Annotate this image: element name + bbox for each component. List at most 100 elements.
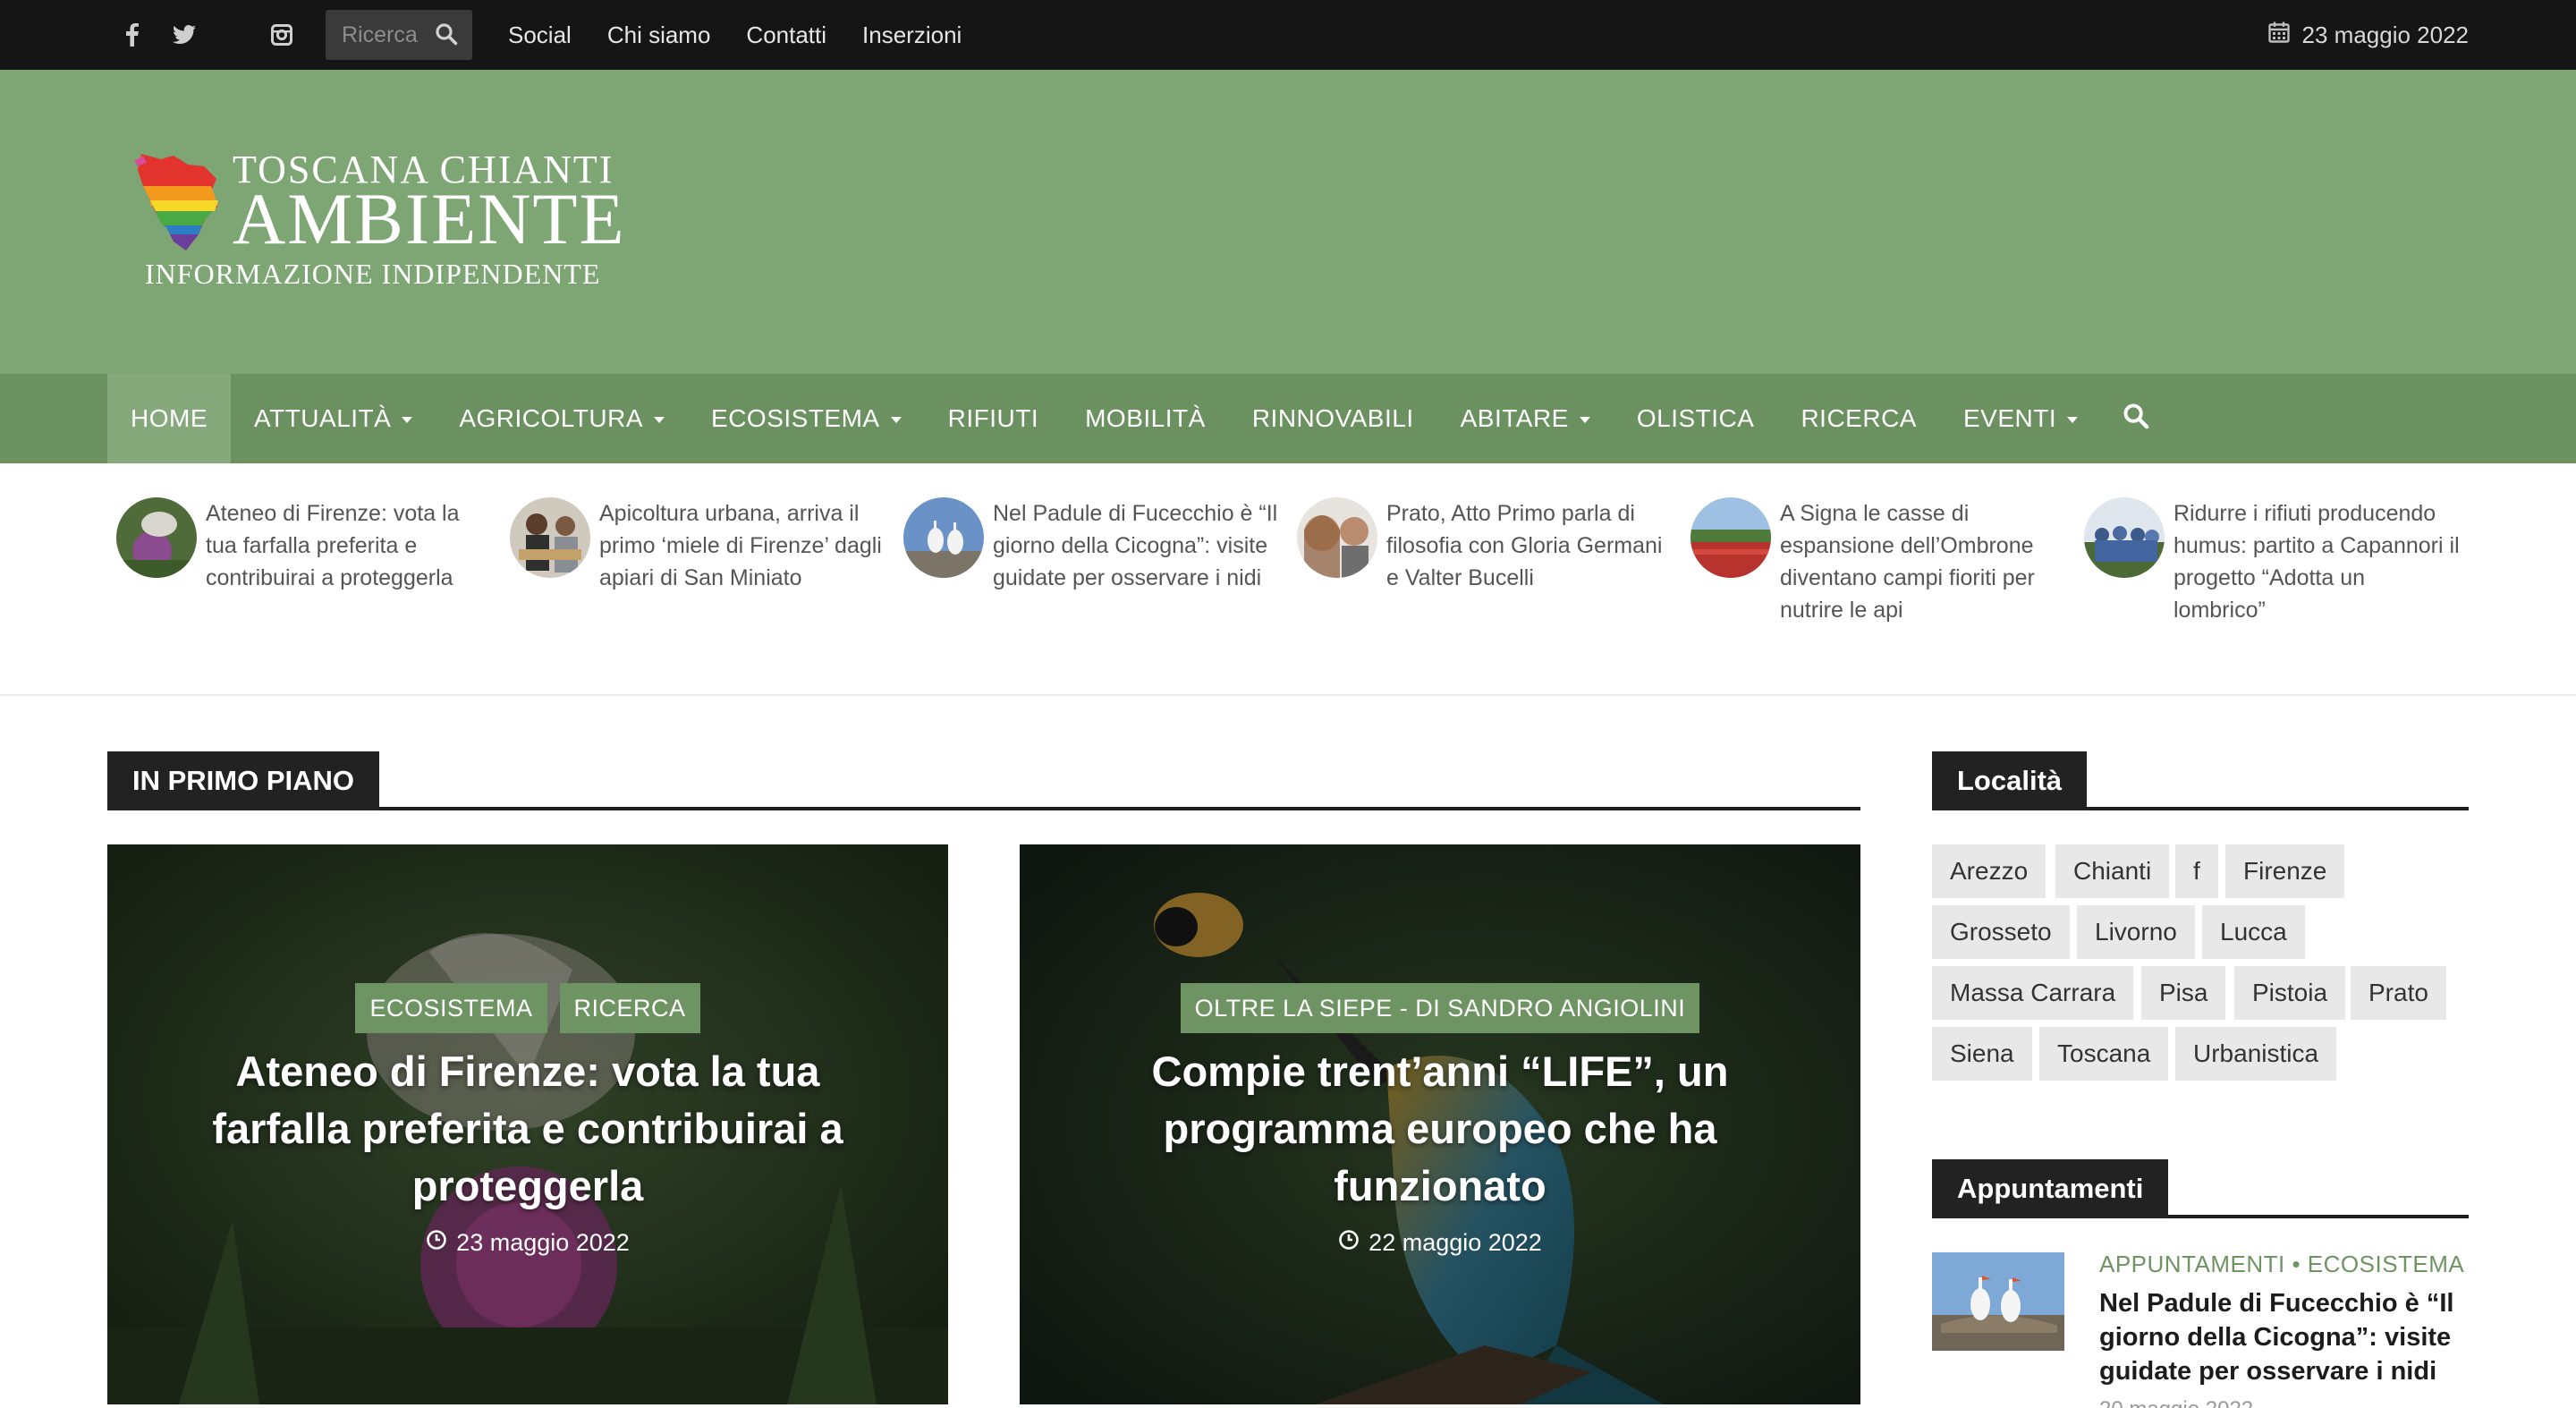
tag-pistoia[interactable]: Pistoia: [2234, 966, 2346, 1020]
nav-item-rinnovabili[interactable]: RINNOVABILI: [1229, 374, 1437, 463]
tag-massa-carrara[interactable]: Massa Carrara: [1932, 966, 2134, 1020]
ticker-item[interactable]: Prato, Atto Primo parla di filosofia con…: [1297, 497, 1673, 685]
nav-item-ricerca[interactable]: RICERCA: [1777, 374, 1940, 463]
appuntamento-date: 20 maggio 2022: [2099, 1397, 2253, 1408]
nav-label: ABITARE: [1460, 404, 1569, 432]
nav-label: EVENTI: [1962, 404, 2057, 432]
tag-urbanistica[interactable]: Urbanistica: [2175, 1027, 2337, 1081]
category-badge[interactable]: ECOSISTEMA: [355, 983, 547, 1033]
ticker-item[interactable]: A Signa le casse di espansione dell’Ombr…: [1690, 497, 2066, 685]
tag-f[interactable]: f: [2175, 844, 2218, 898]
section-title: Appuntamenti: [1932, 1159, 2169, 1218]
nav-label: ATTUALITÀ: [254, 404, 392, 432]
site-logo[interactable]: TOSCANA CHIANTI AMBIENTE INFORMAZIONE IN…: [134, 141, 624, 320]
tag-livorno[interactable]: Livorno: [2077, 905, 2195, 959]
ticker-item[interactable]: Ateneo di Firenze: vota la tua farfalla …: [116, 497, 492, 685]
top-link-inserzioni[interactable]: Inserzioni: [844, 21, 979, 49]
ticker-title: Nel Padule di Fucecchio è “Il giorno del…: [993, 501, 1278, 590]
tag-chianti[interactable]: Chianti: [2055, 844, 2170, 898]
article-title[interactable]: Ateneo di Firenze: vota la tua farfalla …: [161, 1043, 894, 1215]
nav-search-button[interactable]: [2101, 374, 2173, 463]
ticker-thumbnail: [510, 497, 590, 578]
ticker-title: A Signa le casse di espansione dell’Ombr…: [1780, 501, 2035, 623]
top-link-chi-siamo[interactable]: Chi siamo: [589, 21, 729, 49]
ticker-thumbnail: [2084, 497, 2165, 578]
category-badge[interactable]: OLTRE LA SIEPE - DI SANDRO ANGIOLINI: [1180, 983, 1700, 1033]
instagram-icon[interactable]: [270, 20, 293, 50]
caret-down-icon: [402, 416, 413, 423]
ticker-title: Prato, Atto Primo parla di filosofia con…: [1386, 501, 1663, 590]
tag-grosseto[interactable]: Grosseto: [1932, 905, 2070, 959]
facebook-icon[interactable]: [123, 20, 141, 50]
ticker-item[interactable]: Nel Padule di Fucecchio è “Il giorno del…: [903, 497, 1279, 685]
nav-item-ecosistema[interactable]: ECOSISTEMA: [688, 374, 925, 463]
nav-label: RICERCA: [1801, 404, 1917, 432]
nav-item-eventi[interactable]: EVENTI: [1940, 374, 2101, 463]
nav-label: OLISTICA: [1636, 404, 1755, 432]
top-search: [326, 10, 472, 60]
nav-label: HOME: [131, 404, 208, 432]
section-header-localita: Località: [1932, 751, 2469, 810]
caret-down-icon: [2067, 416, 2079, 423]
calendar-icon: [2267, 21, 2302, 49]
caret-down-icon: [890, 416, 902, 423]
main-nav: HOME ATTUALITÀ AGRICOLTURA ECOSISTEMA RI…: [0, 374, 2576, 463]
featured-article-card[interactable]: ECOSISTEMA RICERCA Ateneo di Firenze: vo…: [107, 844, 948, 1404]
nav-item-agricoltura[interactable]: AGRICOLTURA: [436, 374, 688, 463]
search-icon: [2123, 403, 2149, 436]
ticker-thumbnail: [116, 497, 197, 578]
ticker-item[interactable]: Ridurre i rifiuti producendo humus: part…: [2084, 497, 2460, 685]
caret-down-icon: [654, 416, 665, 423]
top-link-contatti[interactable]: Contatti: [728, 21, 844, 49]
appuntamento-title[interactable]: Nel Padule di Fucecchio è “Il giorno del…: [2099, 1286, 2475, 1388]
section-title: IN PRIMO PIANO: [107, 751, 380, 810]
ticker-thumbnail: [903, 497, 984, 578]
news-ticker: Ateneo di Firenze: vota la tua farfalla …: [0, 463, 2576, 696]
ticker-title: Apicoltura urbana, arriva il primo ‘miel…: [599, 501, 882, 590]
article-title[interactable]: Compie trent’anni “LIFE”, un programma e…: [1073, 1043, 1807, 1215]
nav-item-rifiuti[interactable]: RIFIUTI: [925, 374, 1063, 463]
caret-down-icon: [1579, 416, 1590, 423]
article-date: 23 maggio 2022: [107, 1229, 948, 1257]
logo-tagline: INFORMAZIONE INDIPENDENTE: [145, 258, 601, 290]
nav-item-mobilita[interactable]: MOBILITÀ: [1062, 374, 1229, 463]
nav-item-attualita[interactable]: ATTUALITÀ: [231, 374, 436, 463]
top-bar: Social Chi siamo Contatti Inserzioni 23 …: [0, 0, 2576, 70]
nav-label: ECOSISTEMA: [711, 404, 880, 432]
twitter-icon[interactable]: [172, 20, 197, 50]
featured-article-card[interactable]: OLTRE LA SIEPE - DI SANDRO ANGIOLINI Com…: [1020, 844, 1860, 1404]
search-input[interactable]: [342, 21, 428, 49]
section-header-appuntamenti: Appuntamenti: [1932, 1159, 2469, 1218]
tag-lucca[interactable]: Lucca: [2202, 905, 2305, 959]
ticker-title: Ateneo di Firenze: vota la tua farfalla …: [206, 501, 460, 590]
tag-pisa[interactable]: Pisa: [2141, 966, 2226, 1020]
tag-siena[interactable]: Siena: [1932, 1027, 2032, 1081]
top-nav: Social Chi siamo Contatti Inserzioni: [490, 0, 979, 70]
category-badges: OLTRE LA SIEPE - DI SANDRO ANGIOLINI: [1020, 983, 1860, 1033]
nav-item-olistica[interactable]: OLISTICA: [1614, 374, 1778, 463]
section-title: Località: [1932, 751, 2088, 810]
current-date: 23 maggio 2022: [2301, 21, 2469, 48]
nav-item-home[interactable]: HOME: [107, 374, 231, 463]
nav-label: AGRICOLTURA: [459, 404, 644, 432]
tag-arezzo[interactable]: Arezzo: [1932, 844, 2046, 898]
top-link-social[interactable]: Social: [490, 21, 589, 49]
tuscany-map-icon: [134, 154, 218, 250]
clock-icon: [426, 1229, 447, 1257]
category-badge[interactable]: RICERCA: [559, 983, 700, 1033]
ticker-thumbnail: [1297, 497, 1377, 578]
clock-icon: [1338, 1229, 1360, 1257]
appuntamento-thumbnail[interactable]: [1932, 1252, 2064, 1351]
search-icon[interactable]: [435, 22, 458, 50]
nav-label: RINNOVABILI: [1251, 404, 1414, 432]
tag-firenze[interactable]: Firenze: [2225, 844, 2345, 898]
appuntamento-categories[interactable]: APPUNTAMENTI • ECOSISTEMA: [2099, 1251, 2464, 1278]
article-date: 22 maggio 2022: [1020, 1229, 1860, 1257]
nav-item-abitare[interactable]: ABITARE: [1437, 374, 1614, 463]
tag-toscana[interactable]: Toscana: [2039, 1027, 2169, 1081]
tag-prato[interactable]: Prato: [2351, 966, 2446, 1020]
section-header-primo-piano: IN PRIMO PIANO: [107, 751, 1860, 810]
date-text: 23 maggio 2022: [456, 1229, 630, 1256]
logo-line-ambiente: AMBIENTE: [233, 178, 626, 259]
ticker-item[interactable]: Apicoltura urbana, arriva il primo ‘miel…: [510, 497, 886, 685]
